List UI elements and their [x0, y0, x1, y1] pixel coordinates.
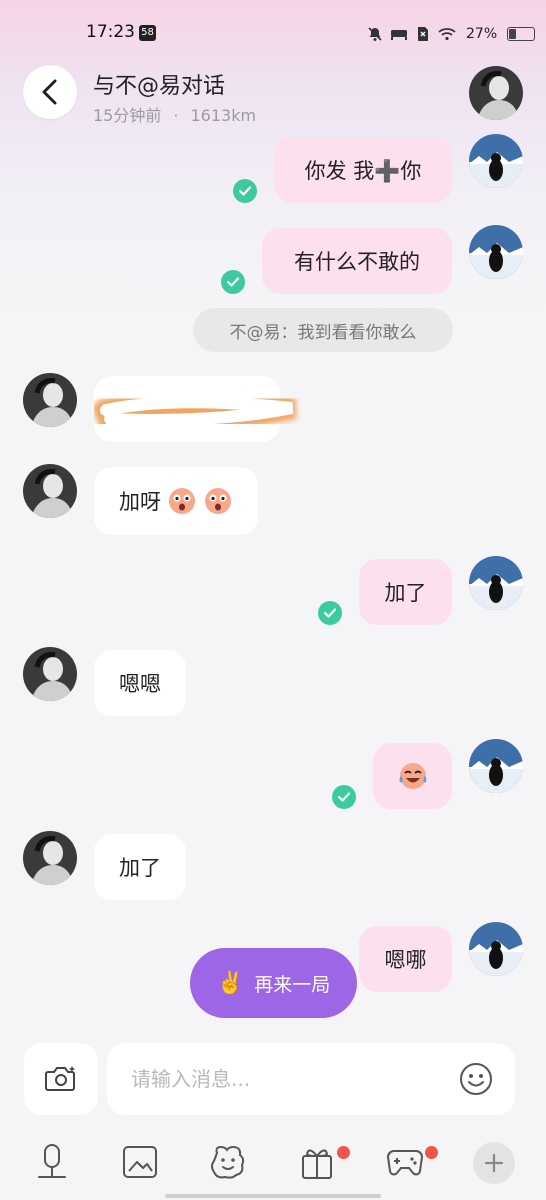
surprised-face-emoji	[205, 488, 231, 514]
chevron-left-icon	[42, 79, 57, 105]
sticker-button[interactable]	[208, 1142, 248, 1182]
gift-notification-dot	[337, 1146, 350, 1159]
redacted-message-bubble[interactable]	[94, 376, 297, 442]
chat-title: 与不@易对话	[93, 74, 226, 99]
message-bubble[interactable]: 加了	[359, 559, 452, 625]
last-seen: 15分钟前	[93, 106, 162, 125]
gallery-button[interactable]	[120, 1142, 160, 1182]
partner-avatar[interactable]	[23, 373, 77, 427]
play-again-button[interactable]: ✌️ 再来一局	[190, 948, 357, 1018]
chat-subtitle: 15分钟前 · 1613km	[93, 102, 256, 126]
victory-hand-emoji: ✌️	[216, 970, 245, 996]
my-avatar[interactable]	[469, 225, 523, 279]
home-indicator[interactable]	[165, 1194, 381, 1198]
message-bubble[interactable]: 你发 我➕你	[274, 137, 452, 203]
emoji-picker-icon[interactable]	[459, 1062, 493, 1096]
gamepad-icon	[386, 1150, 424, 1176]
read-check-icon	[233, 179, 257, 203]
message-bubble[interactable]: 嗯哪	[359, 926, 452, 992]
play-again-label: 再来一局	[254, 973, 331, 996]
battery-percent: 27%	[466, 26, 498, 42]
camera-button[interactable]	[24, 1043, 98, 1115]
my-avatar[interactable]	[469, 922, 523, 976]
system-note: 不@易：我到看看你敢么	[193, 308, 453, 352]
emoji-message-bubble[interactable]	[373, 743, 452, 809]
status-time: 17:23	[86, 22, 135, 42]
status-icons: 27%	[366, 24, 536, 44]
read-check-icon	[221, 270, 245, 294]
message-bubble[interactable]: 加了	[94, 834, 186, 900]
my-avatar[interactable]	[469, 739, 523, 793]
sim-off-icon	[414, 26, 432, 42]
message-bubble[interactable]: 嗯嗯	[94, 650, 186, 716]
partner-avatar[interactable]	[23, 464, 77, 518]
partner-avatar[interactable]	[23, 831, 77, 885]
voice-button[interactable]	[32, 1142, 72, 1182]
redaction-scribble	[94, 389, 297, 433]
mute-icon	[366, 26, 384, 42]
sticker-face-icon	[211, 1145, 245, 1179]
read-check-icon	[318, 601, 342, 625]
back-button[interactable]	[23, 65, 77, 119]
separator: ·	[173, 106, 179, 125]
bed-icon	[390, 26, 408, 42]
notification-count-badge: 58	[139, 25, 156, 41]
distance: 1613km	[190, 106, 257, 125]
crying-laughing-emoji	[399, 763, 426, 789]
game-notification-dot	[425, 1146, 438, 1159]
message-input-box[interactable]	[107, 1043, 515, 1115]
surprised-face-emoji	[169, 488, 195, 514]
more-button[interactable]	[473, 1142, 515, 1184]
message-bubble[interactable]: 加呀	[94, 467, 258, 535]
message-bubble[interactable]: 有什么不敢的	[262, 228, 452, 294]
camera-icon	[45, 1066, 75, 1091]
microphone-icon	[38, 1144, 66, 1178]
wifi-icon	[438, 26, 456, 42]
message-text: 加呀	[119, 490, 161, 514]
my-avatar[interactable]	[469, 556, 523, 610]
battery-icon	[507, 27, 536, 41]
partner-avatar[interactable]	[23, 647, 77, 701]
image-icon	[123, 1146, 157, 1178]
gift-icon	[302, 1149, 332, 1179]
my-avatar[interactable]	[469, 134, 523, 188]
gift-button[interactable]	[297, 1142, 337, 1182]
game-button[interactable]	[385, 1142, 425, 1182]
message-input[interactable]	[129, 1066, 459, 1092]
partner-profile-avatar[interactable]	[469, 66, 523, 120]
read-check-icon	[332, 785, 356, 809]
plus-icon	[484, 1153, 504, 1173]
